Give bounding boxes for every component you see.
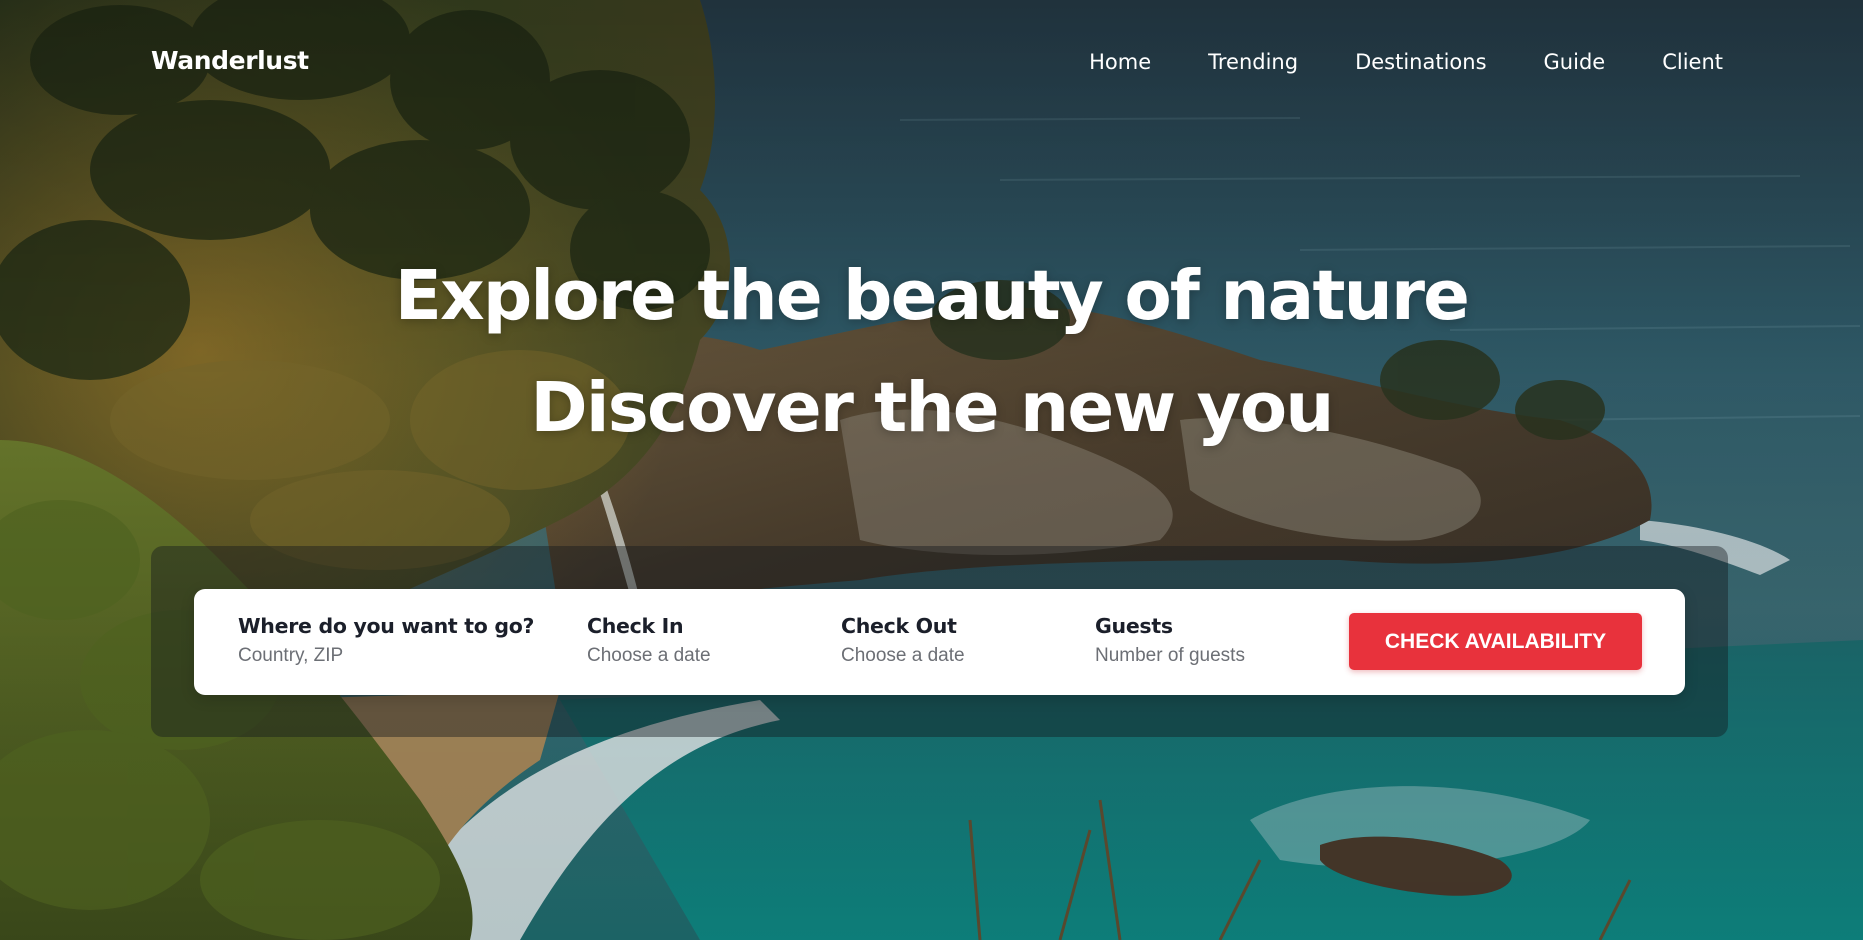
destination-field[interactable]: Where do you want to go? <box>238 611 534 670</box>
check-out-input[interactable] <box>841 642 1041 670</box>
nav-links: Home Trending Destinations Guide Client <box>1032 45 1723 79</box>
booking-search-form: Where do you want to go? Check In Check … <box>194 589 1685 695</box>
check-in-field[interactable]: Check In <box>587 611 787 670</box>
nav-link-trending[interactable]: Trending <box>1208 45 1298 79</box>
hero-background-image <box>0 0 1863 940</box>
nav-link-guide[interactable]: Guide <box>1544 45 1606 79</box>
guests-label: Guests <box>1095 614 1173 638</box>
nav-link-client[interactable]: Client <box>1662 45 1723 79</box>
destination-input[interactable] <box>238 642 468 670</box>
check-availability-button[interactable]: CHECK AVAILABILITY <box>1349 613 1642 670</box>
top-navigation: Wanderlust Home Trending Destinations Gu… <box>0 0 1863 124</box>
guests-field[interactable]: Guests <box>1095 611 1315 670</box>
check-in-input[interactable] <box>587 642 787 670</box>
hero-heading-line-2: Discover the new you <box>530 368 1334 448</box>
check-out-field[interactable]: Check Out <box>841 611 1041 670</box>
hero-heading: Explore the beauty of nature Discover th… <box>0 240 1863 464</box>
check-out-label: Check Out <box>841 614 957 638</box>
brand-logo[interactable]: Wanderlust <box>151 43 309 79</box>
destination-label: Where do you want to go? <box>238 614 535 638</box>
nav-link-home[interactable]: Home <box>1089 45 1151 79</box>
guests-input[interactable] <box>1095 642 1315 670</box>
hero-heading-line-1: Explore the beauty of nature <box>394 256 1470 336</box>
check-in-label: Check In <box>587 614 684 638</box>
nav-link-destinations[interactable]: Destinations <box>1355 45 1486 79</box>
